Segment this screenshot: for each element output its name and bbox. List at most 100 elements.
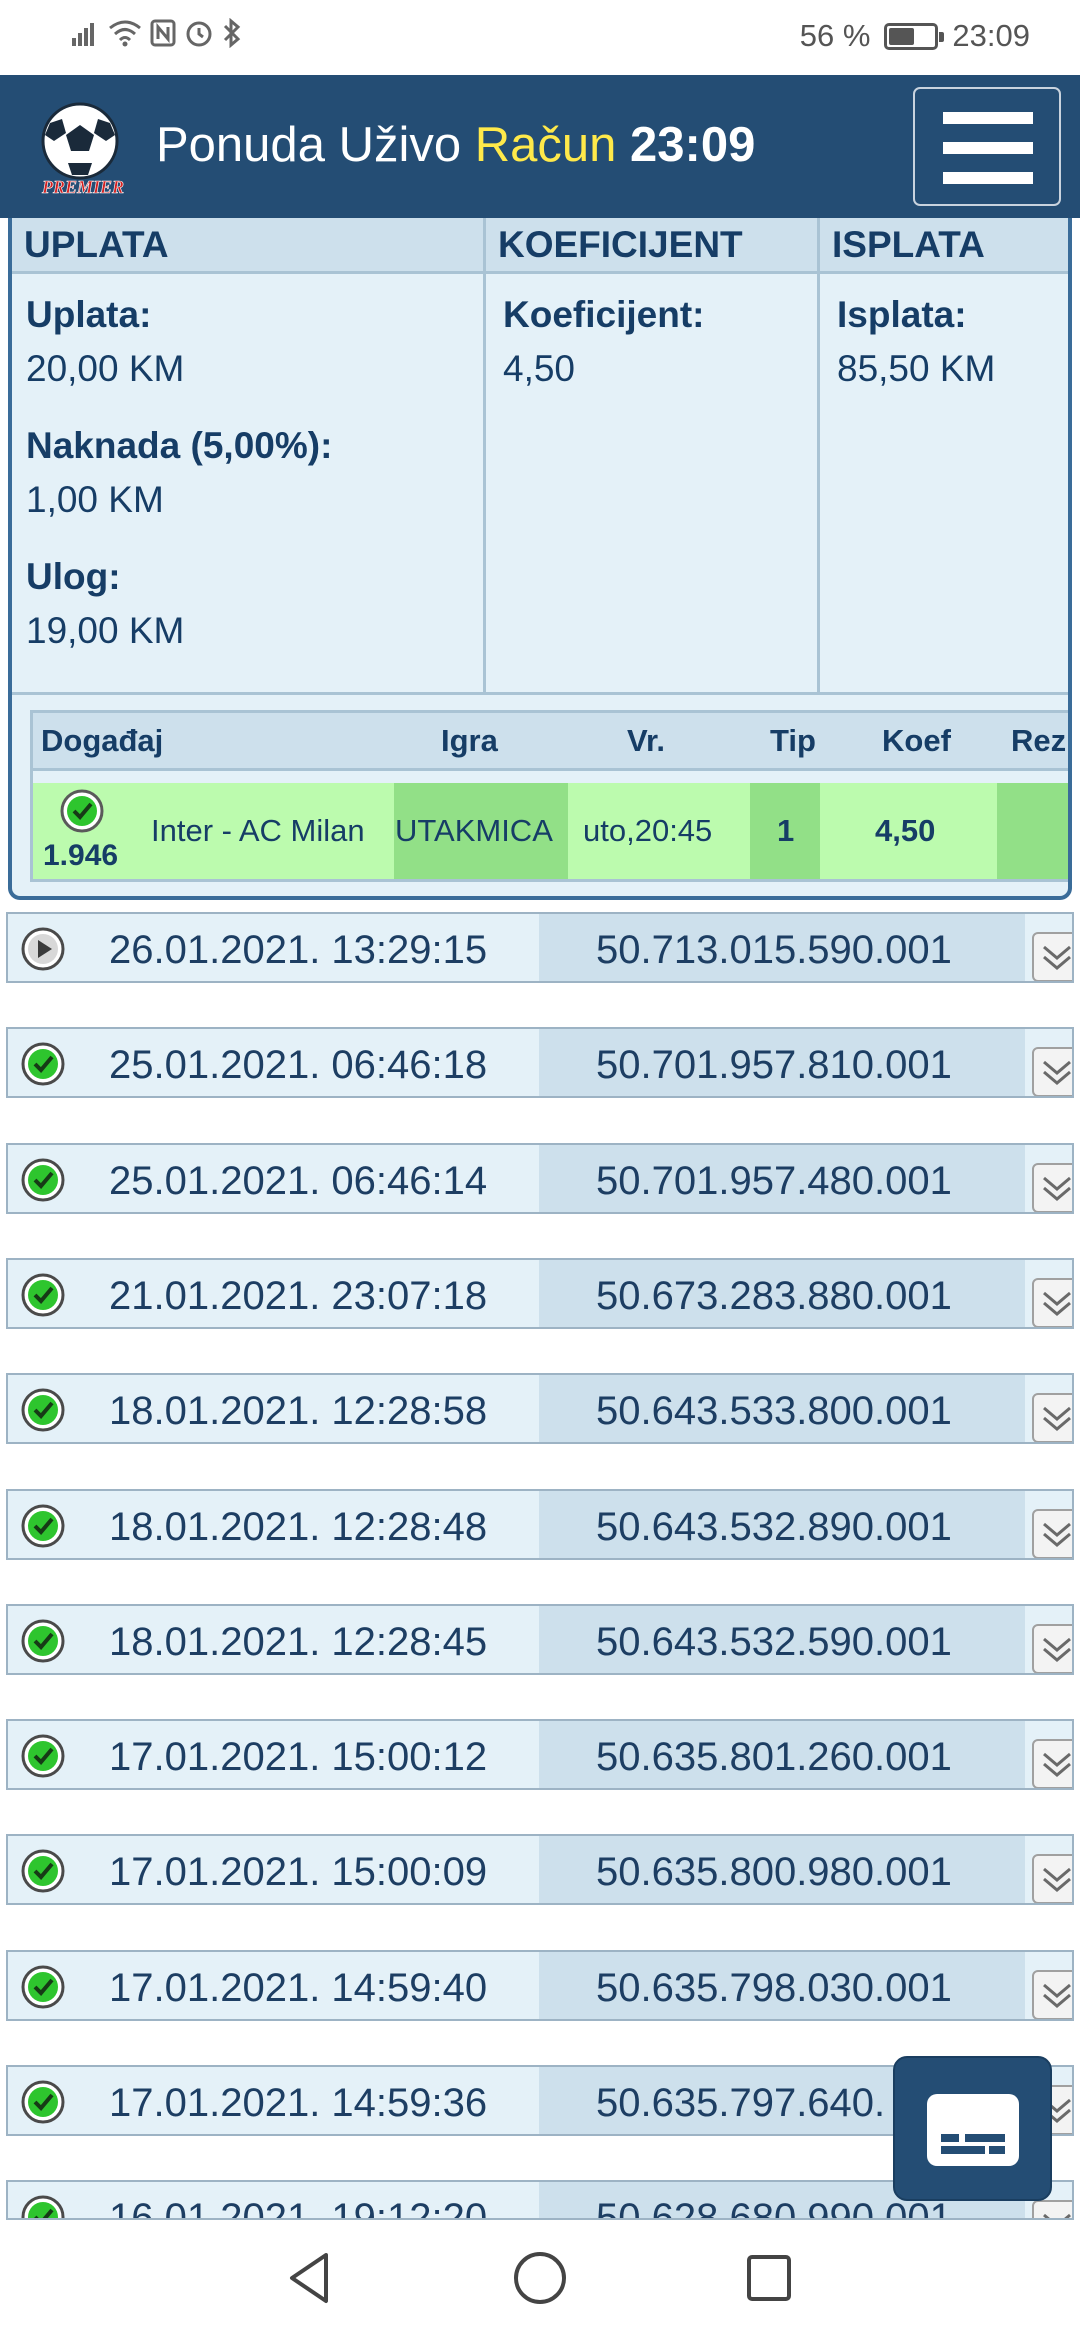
check-icon: [21, 2080, 65, 2124]
koeficijent-label: Koeficijent:: [503, 294, 705, 335]
expand-button[interactable]: [1032, 1047, 1072, 1096]
ticket-id: 50.713.015.590.001: [596, 928, 952, 972]
ticket-id: 50.643.532.890.001: [596, 1505, 952, 1549]
th-koef: Koef: [882, 723, 951, 758]
nfc-icon: [150, 19, 176, 47]
th-dogadjaj: Događaj: [41, 723, 164, 758]
expand-button[interactable]: [1032, 1393, 1072, 1442]
history-row[interactable]: 21.01.2021. 23:07:18 50.673.283.880.001: [6, 1258, 1074, 1329]
col-koeficijent: KOEFICIJENT: [498, 224, 743, 265]
th-tip: Tip: [770, 723, 816, 758]
th-vr: Vr.: [627, 723, 665, 758]
expand-button[interactable]: [1032, 1278, 1072, 1327]
ticket-date: 26.01.2021. 13:29:15: [109, 928, 488, 972]
ticket-date: 17.01.2021. 14:59:40: [109, 1966, 488, 2010]
koeficijent-value: 4,50: [503, 348, 576, 389]
history-row[interactable]: 17.01.2021. 15:00:09 50.635.800.980.001: [6, 1834, 1074, 1905]
ticket-date: 17.01.2021. 14:59:36: [109, 2081, 488, 2125]
col-isplata: ISPLATA: [832, 224, 985, 265]
ulog-value: 19,00 KM: [26, 610, 185, 651]
bluetooth-icon: [223, 18, 241, 48]
chevron-down-icon: [1043, 1867, 1071, 1892]
col-uplata: UPLATA: [24, 224, 169, 265]
ticket-id: 50.643.533.800.001: [596, 1389, 952, 1433]
recents-square-icon[interactable]: [744, 2252, 794, 2304]
ulog-label: Ulog:: [26, 556, 121, 597]
menu-button[interactable]: [913, 87, 1061, 206]
ticket-id: 50.635.798.030.001: [596, 1966, 952, 2010]
check-icon: [21, 1504, 65, 1548]
status-icons: [72, 18, 242, 48]
expand-button[interactable]: [1032, 1509, 1072, 1558]
ticket-id: 50.673.283.880.001: [596, 1274, 952, 1318]
history-row[interactable]: 18.01.2021. 12:28:48 50.643.532.890.001: [6, 1489, 1074, 1560]
expand-button[interactable]: [1032, 1854, 1072, 1903]
history-row[interactable]: 26.01.2021. 13:29:15 50.713.015.590.001: [6, 912, 1074, 983]
ticket-id: 50.701.957.480.001: [596, 1159, 952, 1203]
chevron-down-icon: [1043, 1406, 1071, 1431]
expand-button[interactable]: [1032, 2200, 1072, 2218]
header-title: Ponuda Uživo Račun 23:09: [156, 117, 755, 173]
nav-racun[interactable]: Račun: [475, 118, 617, 172]
history-row[interactable]: 17.01.2021. 14:59:40 50.635.798.030.001: [6, 1950, 1074, 2021]
expand-button[interactable]: [1032, 1970, 1072, 2019]
status-bar: 56 % 23:09: [0, 0, 1080, 75]
ticket-date: 18.01.2021. 12:28:48: [109, 1505, 488, 1549]
nav-ponuda[interactable]: Ponuda: [156, 118, 325, 172]
expand-button[interactable]: [1032, 1624, 1072, 1673]
ticket-date: 21.01.2021. 23:07:18: [109, 1274, 488, 1318]
status-right: 56 % 23:09: [800, 18, 1030, 54]
home-circle-icon[interactable]: [512, 2250, 568, 2306]
check-icon: [21, 2195, 65, 2218]
hamburger-bar: [943, 172, 1033, 184]
chevron-down-icon: [1043, 1637, 1071, 1662]
ticket-date: 18.01.2021. 12:28:45: [109, 1620, 488, 1664]
event-vr: uto,20:45: [583, 813, 713, 848]
events-header: Događaj Igra Vr. Tip Koef Rez: [33, 713, 1068, 771]
th-rez: Rez: [1011, 723, 1067, 758]
history-row[interactable]: 17.01.2021. 15:00:12 50.635.801.260.001: [6, 1719, 1074, 1790]
chevron-down-icon: [1043, 1983, 1071, 2008]
check-icon: [21, 1734, 65, 1778]
check-icon: [21, 1042, 65, 1086]
history-row[interactable]: 25.01.2021. 06:46:18 50.701.957.810.001: [6, 1027, 1074, 1098]
check-icon: [21, 1965, 65, 2009]
divider: [12, 692, 1068, 695]
event-row[interactable]: 1.946 Inter - AC Milan UTAKMICA uto,20:4…: [33, 783, 1068, 879]
event-code: 1.946: [43, 839, 119, 872]
ticket-date: 25.01.2021. 06:46:14: [109, 1159, 488, 1203]
ticket-date: 17.01.2021. 15:00:12: [109, 1735, 488, 1779]
chevron-down-icon: [1043, 1752, 1071, 1777]
back-triangle-icon[interactable]: [284, 2250, 334, 2306]
header-time: 23:09: [630, 118, 756, 172]
expand-button[interactable]: [1032, 1739, 1072, 1788]
alarm-icon: [186, 21, 212, 47]
naknada-label: Naknada (5,00%):: [26, 425, 333, 466]
check-icon: [21, 1158, 65, 1202]
chevron-down-icon: [1043, 1060, 1071, 1085]
ticket-detail-panel: UPLATA KOEFICIJENT ISPLATA Uplata: 20,00…: [8, 218, 1072, 900]
subtitles-icon: [927, 2094, 1019, 2166]
signal-icon: [72, 23, 94, 46]
app-header: PREMIER Ponuda Uživo Račun 23:09: [0, 75, 1080, 218]
expand-button[interactable]: [1032, 932, 1072, 981]
expand-button[interactable]: [1032, 1163, 1072, 1212]
event-koef: 4,50: [875, 813, 936, 848]
history-row[interactable]: 25.01.2021. 06:46:14 50.701.957.480.001: [6, 1143, 1074, 1214]
premier-logo[interactable]: PREMIER: [30, 97, 136, 197]
naknada-value: 1,00 KM: [26, 479, 164, 520]
events-table: Događaj Igra Vr. Tip Koef Rez 1.946 Inte…: [30, 710, 1068, 882]
check-icon: [21, 1273, 65, 1317]
subtitles-button[interactable]: [893, 2056, 1052, 2201]
event-match: Inter - AC Milan: [151, 813, 365, 848]
system-nav-bar: [0, 2220, 1080, 2340]
ticket-id: 50.643.532.590.001: [596, 1620, 952, 1664]
check-icon: [21, 1849, 65, 1893]
history-row[interactable]: 18.01.2021. 12:28:45 50.643.532.590.001: [6, 1604, 1074, 1675]
history-row[interactable]: 18.01.2021. 12:28:58 50.643.533.800.001: [6, 1373, 1074, 1444]
isplata-value: 85,50 KM: [837, 348, 996, 389]
ticket-id: 50.628.680.990.001: [596, 2196, 952, 2220]
play-icon: [21, 927, 65, 971]
ticket-id: 50.701.957.810.001: [596, 1043, 952, 1087]
nav-uzivo[interactable]: Uživo: [339, 118, 462, 172]
